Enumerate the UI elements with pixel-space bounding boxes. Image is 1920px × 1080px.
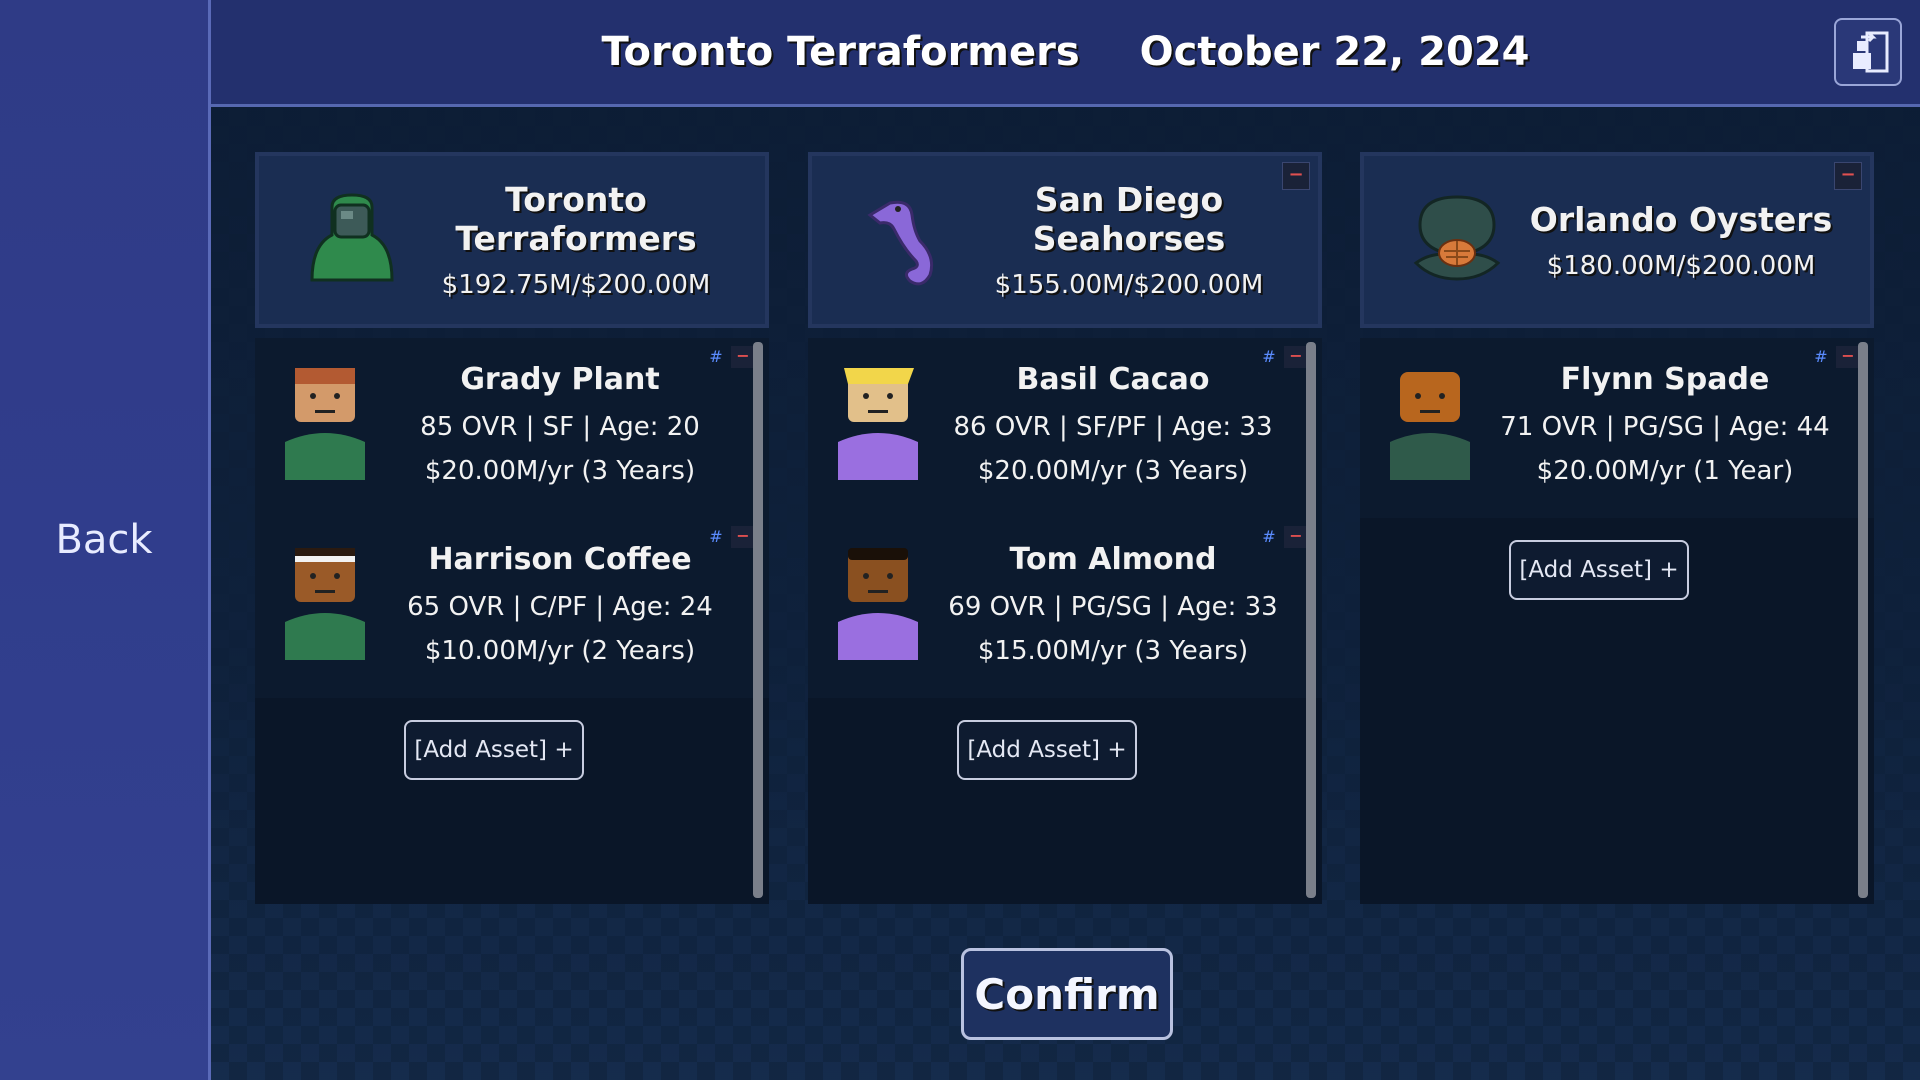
add-asset-button[interactable]: [Add Asset] + — [957, 720, 1137, 780]
top-bar: Toronto Terraformers October 22, 2024 — [211, 0, 1920, 107]
player-portrait — [838, 548, 918, 660]
team-header: San Diego Seahorses $155.00M/$200.00M − — [808, 152, 1322, 328]
player-portrait — [1390, 372, 1470, 480]
scrollbar[interactable] — [753, 342, 763, 898]
seahorse-icon — [867, 200, 934, 286]
player-card[interactable]: Basil Cacao 86 OVR | SF/PF | Age: 33 $20… — [808, 338, 1322, 518]
player-stats: 85 OVR | SF | Age: 20 — [420, 412, 700, 442]
remove-player-button[interactable]: − — [1284, 526, 1308, 548]
player-name: Harrison Coffee — [428, 542, 692, 577]
player-stats: 69 OVR | PG/SG | Age: 33 — [948, 592, 1278, 622]
add-asset-button[interactable]: [Add Asset] + — [404, 720, 584, 780]
remove-player-button[interactable]: − — [731, 526, 755, 548]
team-panel-toronto: Toronto Terraformers $192.75M/$200.00M G… — [255, 152, 769, 904]
player-name: Tom Almond — [1009, 542, 1217, 577]
team-header: Orlando Oysters $180.00M/$200.00M − — [1360, 152, 1874, 328]
player-stats: 65 OVR | C/PF | Age: 24 — [407, 592, 713, 622]
hazmat-hood-icon — [310, 193, 394, 282]
tag-hash-button[interactable]: # — [1810, 346, 1832, 368]
header-date: October 22, 2024 — [1139, 29, 1530, 75]
player-contract: $10.00M/yr (2 Years) — [424, 636, 696, 666]
oyster-icon — [1413, 195, 1501, 281]
team-name: Toronto Terraformers — [455, 180, 697, 258]
team-header: Toronto Terraformers $192.75M/$200.00M — [255, 152, 769, 328]
player-portrait — [285, 368, 365, 480]
remove-player-button[interactable]: − — [1836, 346, 1860, 368]
sidebar: Back — [0, 0, 211, 1080]
back-button[interactable]: Back — [0, 500, 208, 580]
asset-list: Grady Plant 85 OVR | SF | Age: 20 $20.00… — [255, 338, 769, 904]
player-card[interactable]: Harrison Coffee 65 OVR | C/PF | Age: 24 … — [255, 518, 769, 698]
exit-button[interactable] — [1834, 18, 1902, 86]
player-name: Grady Plant — [460, 362, 660, 397]
asset-list: Basil Cacao 86 OVR | SF/PF | Age: 33 $20… — [808, 338, 1322, 904]
team-cap: $180.00M/$200.00M — [1546, 250, 1816, 281]
remove-team-button[interactable]: − — [1282, 162, 1310, 190]
tag-hash-button[interactable]: # — [1258, 526, 1280, 548]
scrollbar[interactable] — [1306, 342, 1316, 898]
team-cap: $155.00M/$200.00M — [994, 270, 1264, 300]
team-name: Orlando Oysters — [1529, 199, 1833, 239]
team-name: San Diego Seahorses — [1032, 180, 1226, 258]
asset-list: Flynn Spade 71 OVR | PG/SG | Age: 44 $20… — [1360, 338, 1874, 904]
exit-icon — [1853, 31, 1889, 73]
confirm-button[interactable]: Confirm — [961, 948, 1173, 1040]
team-cap: $192.75M/$200.00M — [441, 270, 711, 300]
scrollbar[interactable] — [1858, 342, 1868, 898]
player-card[interactable]: Flynn Spade 71 OVR | PG/SG | Age: 44 $20… — [1360, 338, 1874, 518]
player-name: Basil Cacao — [1016, 362, 1210, 397]
tag-hash-button[interactable]: # — [705, 526, 727, 548]
player-portrait — [285, 548, 365, 660]
header-team-name: Toronto Terraformers — [601, 29, 1080, 75]
player-contract: $20.00M/yr (1 Year) — [1536, 456, 1794, 486]
add-asset-button[interactable]: [Add Asset] + — [1509, 540, 1689, 600]
remove-team-button[interactable]: − — [1834, 162, 1862, 190]
team-panel-orlando: Orlando Oysters $180.00M/$200.00M − Flyn… — [1360, 152, 1874, 904]
tag-hash-button[interactable]: # — [1258, 346, 1280, 368]
team-panel-san-diego: San Diego Seahorses $155.00M/$200.00M − … — [808, 152, 1322, 904]
player-name: Flynn Spade — [1560, 362, 1770, 397]
player-stats: 86 OVR | SF/PF | Age: 33 — [953, 412, 1273, 442]
player-contract: $15.00M/yr (3 Years) — [977, 636, 1249, 666]
remove-player-button[interactable]: − — [731, 346, 755, 368]
tag-hash-button[interactable]: # — [705, 346, 727, 368]
remove-player-button[interactable]: − — [1284, 346, 1308, 368]
player-contract: $20.00M/yr (3 Years) — [424, 456, 696, 486]
player-card[interactable]: Tom Almond 69 OVR | PG/SG | Age: 33 $15.… — [808, 518, 1322, 698]
player-portrait — [838, 368, 918, 480]
player-contract: $20.00M/yr (3 Years) — [977, 456, 1249, 486]
player-stats: 71 OVR | PG/SG | Age: 44 — [1500, 412, 1830, 442]
player-card[interactable]: Grady Plant 85 OVR | SF | Age: 20 $20.00… — [255, 338, 769, 518]
